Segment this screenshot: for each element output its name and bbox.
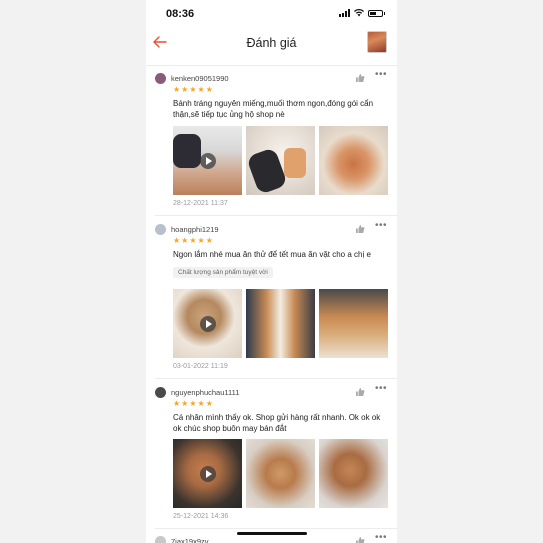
avatar[interactable]	[155, 73, 166, 84]
star-icon: ★	[173, 399, 181, 408]
more-options-icon[interactable]: •••	[375, 383, 387, 394]
rating-stars: ★ ★ ★ ★ ★	[173, 86, 213, 94]
review-photo[interactable]	[246, 126, 315, 195]
username[interactable]: nguyenphuchau1111	[171, 388, 239, 397]
header: Đánh giá	[146, 28, 397, 60]
avatar[interactable]	[155, 387, 166, 398]
play-icon	[199, 152, 216, 169]
product-thumbnail[interactable]	[367, 31, 387, 53]
more-options-icon[interactable]: •••	[375, 69, 387, 80]
avatar[interactable]	[155, 536, 166, 543]
star-icon: ★	[197, 85, 205, 94]
avatar[interactable]	[155, 224, 166, 235]
review-text: Cá nhân mình thấy ok. Shop gửi hàng rất …	[173, 413, 381, 433]
username[interactable]: hoangphi1219	[171, 225, 219, 234]
review-text: Bánh tráng nguyên miếng,muối thơm ngon,đ…	[173, 99, 374, 119]
app-screen: 08:36 Đánh giá kenken09051990 ••• ★ ★ ★ ★ ★	[146, 0, 397, 543]
play-icon	[199, 465, 216, 482]
like-icon[interactable]	[355, 536, 365, 543]
review-divider	[155, 528, 397, 529]
header-divider	[146, 65, 397, 66]
review-video[interactable]	[173, 126, 242, 195]
play-icon	[199, 315, 216, 332]
like-icon[interactable]	[355, 224, 365, 234]
star-icon: ★	[197, 236, 205, 245]
username[interactable]: kenken09051990	[171, 74, 229, 83]
username[interactable]: 7iax19x9zv	[171, 537, 209, 543]
star-icon: ★	[181, 399, 189, 408]
rating-stars: ★ ★ ★ ★ ★	[173, 400, 213, 408]
star-icon: ★	[197, 399, 205, 408]
star-icon: ★	[189, 85, 197, 94]
star-icon: ★	[181, 85, 189, 94]
review-user: kenken09051990	[155, 73, 229, 84]
review-media	[173, 289, 388, 358]
status-bar: 08:36	[146, 6, 397, 24]
review-user: nguyenphuchau1111	[155, 387, 239, 398]
star-icon: ★	[205, 85, 213, 94]
review-photo[interactable]	[319, 439, 388, 508]
review-date: 25-12-2021 14:36	[173, 513, 229, 520]
review-user: 7iax19x9zv	[155, 536, 209, 543]
review-media	[173, 126, 388, 195]
review-date: 03-01-2022 11:19	[173, 363, 228, 370]
star-icon: ★	[205, 399, 213, 408]
like-icon[interactable]	[355, 387, 365, 397]
review-divider	[155, 215, 397, 216]
review-text: Ngon lắm nhé mua ăn thử để tết mua ăn vặ…	[173, 250, 371, 259]
page-title: Đánh giá	[246, 36, 297, 50]
signal-icon	[339, 9, 350, 17]
status-icons	[339, 9, 385, 17]
rating-stars: ★ ★ ★ ★ ★	[173, 237, 213, 245]
star-icon: ★	[205, 236, 213, 245]
star-icon: ★	[189, 399, 197, 408]
wifi-icon	[354, 9, 364, 17]
review-video[interactable]	[173, 439, 242, 508]
review-media	[173, 439, 388, 508]
battery-icon	[368, 9, 385, 17]
review-photo[interactable]	[246, 439, 315, 508]
star-icon: ★	[189, 236, 197, 245]
more-options-icon[interactable]: •••	[375, 532, 387, 543]
review-user: hoangphi1219	[155, 224, 219, 235]
more-options-icon[interactable]: •••	[375, 220, 387, 231]
review-photo[interactable]	[319, 289, 388, 358]
review-photo[interactable]	[319, 126, 388, 195]
review-divider	[155, 378, 397, 379]
review-tag: Chất lượng sản phẩm tuyệt vời	[173, 267, 273, 278]
review-photo[interactable]	[246, 289, 315, 358]
review-video[interactable]	[173, 289, 242, 358]
star-icon: ★	[173, 236, 181, 245]
star-icon: ★	[181, 236, 189, 245]
status-time: 08:36	[166, 8, 195, 20]
home-indicator[interactable]	[237, 532, 307, 535]
star-icon: ★	[173, 85, 181, 94]
review-date: 28-12-2021 11:37	[173, 200, 228, 207]
like-icon[interactable]	[355, 73, 365, 83]
